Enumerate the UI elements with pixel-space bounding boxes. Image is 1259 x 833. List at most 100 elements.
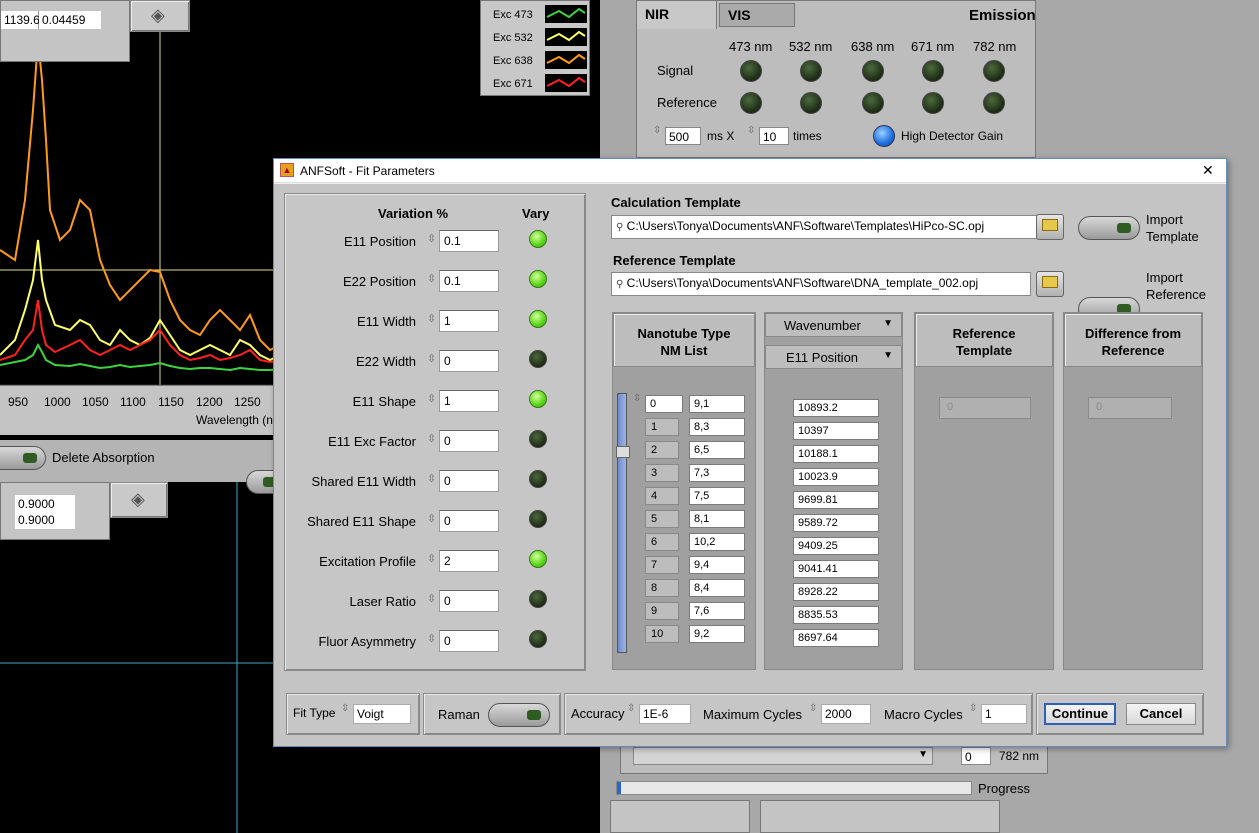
tab-vis[interactable]: VIS [719,3,795,27]
cancel-button[interactable]: Cancel [1126,703,1196,725]
delete-absorption-toggle[interactable] [0,446,46,470]
bottom-index[interactable]: 0 [961,747,991,765]
vary-led[interactable] [529,630,547,648]
position-item[interactable]: 9589.72 [793,514,879,532]
nm-list-item[interactable]: 6,5 [689,441,745,459]
nm-list-item[interactable]: 9,2 [689,625,745,643]
high-gain-led[interactable] [873,125,895,147]
spinner-icon[interactable]: ⇳ [427,272,436,285]
browse-reference-button[interactable] [1036,271,1064,297]
wavenumber-select[interactable]: Wavenumber ▼ [765,313,902,337]
nanotube-list-panel: Nanotube Type NM List ⇳ 0 1 2 3 4 5 6 7 8 9 10 9,… [612,312,756,670]
close-icon[interactable]: ✕ [1202,162,1214,179]
position-item[interactable]: 10023.9 [793,468,879,486]
nm-list-item[interactable]: 8,1 [689,510,745,528]
param-value[interactable]: 1 [439,310,499,332]
macro-cycles-value[interactable]: 1 [981,704,1027,724]
nm-list-item[interactable]: 8,3 [689,418,745,436]
spinner-icon[interactable]: ⇳ [427,512,436,525]
continue-button[interactable]: Continue [1044,703,1116,725]
spinner-icon[interactable]: ⇳ [427,632,436,645]
bottom-dropdown[interactable]: ▼ [633,747,933,765]
param-value[interactable]: 0 [439,470,499,492]
scrollbar-thumb[interactable] [616,446,630,458]
position-item[interactable]: 10893.2 [793,399,879,417]
spinner-icon[interactable]: ⇳ [627,703,635,714]
spinner-icon[interactable]: ⇳ [427,392,436,405]
vary-led[interactable] [529,470,547,488]
param-value[interactable]: 0 [439,350,499,372]
position-item[interactable]: 9409.25 [793,537,879,555]
top-cursor-mover[interactable]: ◈ [130,0,190,32]
nm-list-item[interactable]: 7,5 [689,487,745,505]
tab-nir[interactable]: NIR [637,1,717,29]
vary-led[interactable] [529,230,547,248]
position-item[interactable]: 8835.53 [793,606,879,624]
vary-led[interactable] [529,550,547,568]
list-start-index[interactable]: 0 [645,395,683,413]
raman-toggle[interactable] [488,703,550,727]
spinner-icon[interactable]: ⇳ [747,125,755,136]
vary-led[interactable] [529,310,547,328]
list-scrollbar[interactable] [616,393,630,653]
top-readout-value1[interactable]: 1139.6 [1,11,40,29]
list-index: 10 [645,625,679,643]
position-item[interactable]: 8697.64 [793,629,879,647]
position-item[interactable]: 9041.41 [793,560,879,578]
param-value[interactable]: 0 [439,590,499,612]
lower-cursor-mover[interactable]: ◈ [110,482,168,518]
spinner-icon[interactable]: ⇳ [809,703,817,714]
dialog-titlebar[interactable]: ▲ ANFSoft - Fit Parameters ✕ [274,159,1226,183]
max-cycles-value[interactable]: 2000 [821,704,871,724]
vary-led[interactable] [529,270,547,288]
vary-led[interactable] [529,390,547,408]
lower-readout-value2[interactable]: 0.9000 [15,511,75,529]
spinner-icon[interactable]: ⇳ [427,592,436,605]
bottom-left-control[interactable] [610,800,750,833]
bottom-right-control[interactable] [760,800,1000,833]
nm-list-item[interactable]: 7,6 [689,602,745,620]
spinner-icon[interactable]: ⇳ [653,125,661,136]
exposure-input[interactable]: 500 [665,127,701,145]
spinner-icon[interactable]: ⇳ [427,312,436,325]
accuracy-label: Accuracy [571,706,625,721]
param-value[interactable]: 0.1 [439,230,499,252]
accuracy-value[interactable]: 1E-6 [639,704,691,724]
position-item[interactable]: 9699.81 [793,491,879,509]
calc-template-path[interactable]: ⚲ C:\Users\Tonya\Documents\ANF\Software\… [611,215,1039,239]
param-value[interactable]: 0 [439,430,499,452]
times-input[interactable]: 10 [759,127,789,145]
vary-led[interactable] [529,430,547,448]
import-template-toggle[interactable] [1078,216,1140,240]
spinner-icon[interactable]: ⇳ [633,393,641,404]
spinner-icon[interactable]: ⇳ [969,703,977,714]
fit-type-value[interactable]: Voigt [353,704,411,724]
nm-list-item[interactable]: 7,3 [689,464,745,482]
reference-led-532 [800,92,822,114]
param-value[interactable]: 2 [439,550,499,572]
nm-list-item[interactable]: 10,2 [689,533,745,551]
position-item[interactable]: 10188.1 [793,445,879,463]
nm-list-item[interactable]: 9,1 [689,395,745,413]
position-item[interactable]: 8928.22 [793,583,879,601]
nm-list-item[interactable]: 9,4 [689,556,745,574]
spinner-icon[interactable]: ⇳ [341,703,349,714]
param-value[interactable]: 0 [439,510,499,532]
position-item[interactable]: 10397 [793,422,879,440]
param-value[interactable]: 1 [439,390,499,412]
nm-list-item[interactable]: 8,4 [689,579,745,597]
spinner-icon[interactable]: ⇳ [427,432,436,445]
vary-led[interactable] [529,350,547,368]
browse-calc-button[interactable] [1036,214,1064,240]
ref-template-path[interactable]: ⚲ C:\Users\Tonya\Documents\ANF\Software\… [611,272,1031,296]
param-value[interactable]: 0.1 [439,270,499,292]
spinner-icon[interactable]: ⇳ [427,232,436,245]
spinner-icon[interactable]: ⇳ [427,472,436,485]
vary-led[interactable] [529,590,547,608]
spinner-icon[interactable]: ⇳ [427,552,436,565]
e11-position-select[interactable]: E11 Position ▼ [765,345,902,369]
top-readout-value2[interactable]: 0.04459 [39,11,101,29]
spinner-icon[interactable]: ⇳ [427,352,436,365]
vary-led[interactable] [529,510,547,528]
param-value[interactable]: 0 [439,630,499,652]
